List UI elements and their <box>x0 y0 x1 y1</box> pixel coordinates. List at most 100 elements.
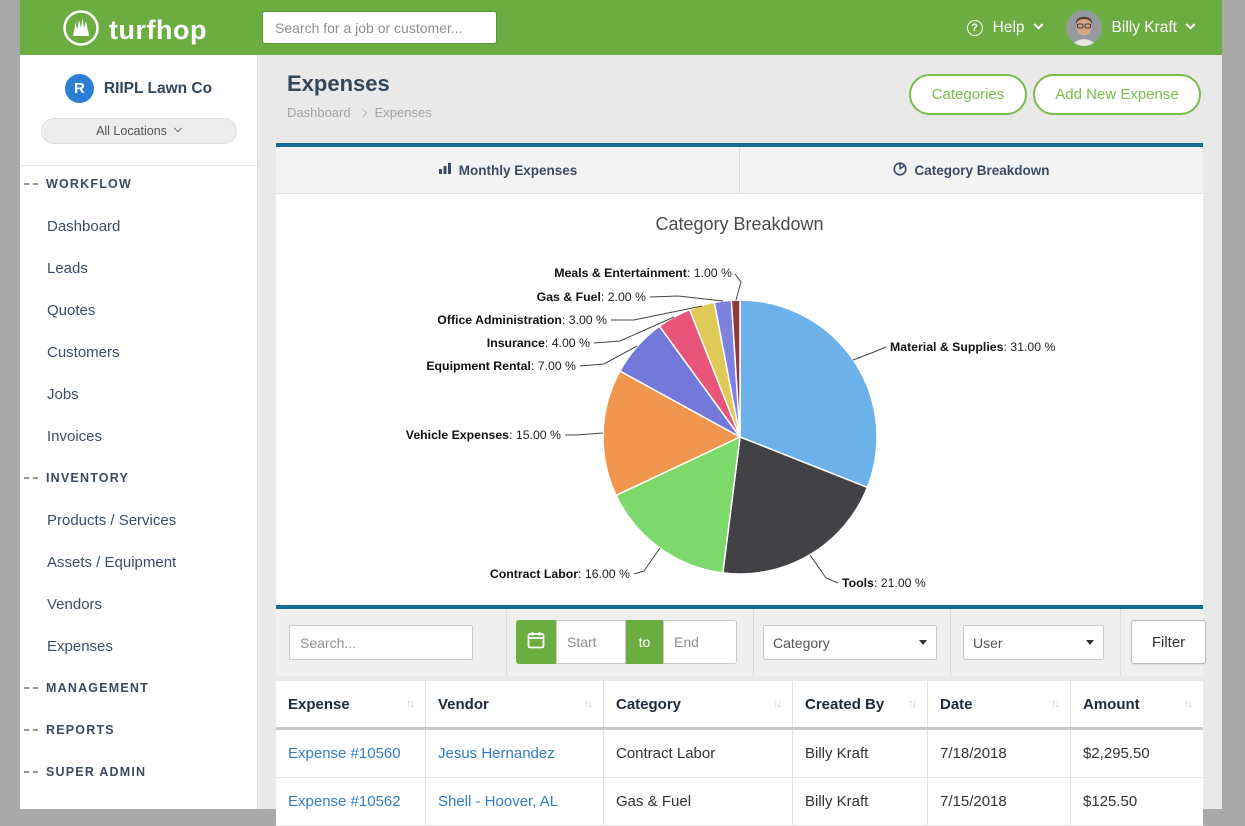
sidebar-item-dashboard[interactable]: Dashboard <box>20 205 257 247</box>
table-row: Expense #10562 Shell - Hoover, AL Gas & … <box>276 778 1203 826</box>
sidebar-item-customers[interactable]: Customers <box>20 331 257 373</box>
dashes-icon <box>24 729 38 731</box>
breadcrumb-dashboard[interactable]: Dashboard <box>287 105 351 120</box>
category-cell: Contract Labor <box>604 730 793 777</box>
categories-button[interactable]: Categories <box>909 74 1027 115</box>
sidebar-item-assets-equipment[interactable]: Assets / Equipment <box>20 541 257 583</box>
filter-divider <box>1120 609 1121 676</box>
pie-slice-label: Tools: 21.00 % <box>842 576 926 590</box>
expense-link[interactable]: Expense #10562 <box>288 793 401 810</box>
help-chevron-down-icon[interactable] <box>1033 20 1043 30</box>
date-cell: 7/18/2018 <box>928 730 1071 777</box>
sidebar: R RIIPL Lawn Co All Locations WORKFLOW D… <box>20 55 258 809</box>
sidebar-menu: WORKFLOW Dashboard Leads Quotes Customer… <box>20 163 257 793</box>
sidebar-section-inventory: INVENTORY <box>20 457 257 499</box>
sort-icon[interactable]: ↑↓ <box>1184 698 1191 710</box>
vendor-link[interactable]: Jesus Hernandez <box>438 745 555 762</box>
chart-tabs: Monthly Expenses Category Breakdown <box>276 143 1203 194</box>
expense-link[interactable]: Expense #10560 <box>288 745 401 762</box>
column-header-date[interactable]: Date↑↓ <box>928 681 1071 727</box>
pie-label-leader-line <box>735 274 741 300</box>
created-by-cell: Billy Kraft <box>793 730 928 777</box>
amount-cell: $2,295.50 <box>1071 730 1203 777</box>
category-cell: Gas & Fuel <box>604 778 793 825</box>
user-avatar[interactable] <box>1066 10 1102 46</box>
sort-icon[interactable]: ↑↓ <box>584 698 591 710</box>
category-filter-select[interactable]: Category <box>763 625 937 660</box>
dashes-icon <box>24 771 38 773</box>
pie-slice-label: Gas & Fuel: 2.00 % <box>537 290 646 304</box>
bar-chart-icon <box>438 162 452 178</box>
user-chevron-down-icon[interactable] <box>1186 20 1196 30</box>
filter-divider <box>950 609 951 676</box>
dashes-icon <box>24 183 38 185</box>
amount-cell: $125.50 <box>1071 778 1203 825</box>
brand-logo[interactable]: turfhop <box>62 9 207 52</box>
date-range-to-label: to <box>626 620 663 664</box>
dashes-icon <box>24 477 38 479</box>
sidebar-item-quotes[interactable]: Quotes <box>20 289 257 331</box>
date-start-input[interactable] <box>556 620 626 664</box>
user-name[interactable]: Billy Kraft <box>1112 19 1177 37</box>
location-selector-label: All Locations <box>96 124 167 138</box>
filter-button[interactable]: Filter <box>1131 620 1206 664</box>
sort-icon[interactable]: ↑↓ <box>1051 698 1058 710</box>
dashes-icon <box>24 687 38 689</box>
grass-logo-icon <box>62 9 100 52</box>
category-breakdown-chart: Category Breakdown Material & Supplies: … <box>276 194 1203 605</box>
column-header-amount[interactable]: Amount↑↓ <box>1071 681 1203 727</box>
pie-slice-label: Contract Labor: 16.00 % <box>490 567 630 581</box>
sort-icon[interactable]: ↑↓ <box>406 698 413 710</box>
expenses-table: Expense↑↓ Vendor↑↓ Category↑↓ Created By… <box>276 681 1203 826</box>
breadcrumb-expenses: Expenses <box>375 105 432 120</box>
pie-slice-label: Meals & Entertainment: 1.00 % <box>554 266 732 280</box>
column-header-category[interactable]: Category↑↓ <box>604 681 793 727</box>
vendor-link[interactable]: Shell - Hoover, AL <box>438 793 558 810</box>
pie-slice-label: Material & Supplies: 31.00 % <box>890 340 1055 354</box>
user-filter-select[interactable]: User <box>963 625 1104 660</box>
company-block: R RIIPL Lawn Co <box>20 74 257 103</box>
created-by-cell: Billy Kraft <box>793 778 928 825</box>
sidebar-item-expenses[interactable]: Expenses <box>20 625 257 667</box>
select-arrow-icon <box>1086 640 1094 645</box>
location-selector[interactable]: All Locations <box>41 118 237 144</box>
pie-slice-label: Vehicle Expenses: 15.00 % <box>406 428 561 442</box>
sidebar-section-reports[interactable]: REPORTS <box>20 709 257 751</box>
sidebar-item-products-services[interactable]: Products / Services <box>20 499 257 541</box>
location-chevron-down-icon <box>174 124 182 132</box>
calendar-icon <box>527 631 545 654</box>
help-menu[interactable]: Help <box>993 19 1025 37</box>
app-window: turfhop ? Help Billy Kraft R <box>20 0 1222 809</box>
table-search-input[interactable] <box>289 625 473 660</box>
date-end-input[interactable] <box>663 620 737 664</box>
breadcrumb-chevron-icon <box>358 108 366 116</box>
main-content: Expenses Dashboard Expenses Categories A… <box>258 55 1222 809</box>
sidebar-item-vendors[interactable]: Vendors <box>20 583 257 625</box>
sidebar-item-leads[interactable]: Leads <box>20 247 257 289</box>
filter-bar: to Category User Filter <box>276 609 1203 676</box>
pie-label-leader-line <box>810 555 838 583</box>
tab-category-breakdown[interactable]: Category Breakdown <box>739 147 1203 193</box>
column-header-expense[interactable]: Expense↑↓ <box>276 681 426 727</box>
sidebar-item-invoices[interactable]: Invoices <box>20 415 257 457</box>
pie-label-leader-line <box>853 347 886 360</box>
sidebar-section-management[interactable]: MANAGEMENT <box>20 667 257 709</box>
sidebar-section-super-admin[interactable]: SUPER ADMIN <box>20 751 257 793</box>
filter-divider <box>753 609 754 676</box>
filter-divider <box>506 609 507 676</box>
company-name: RIIPL Lawn Co <box>104 80 212 98</box>
brand-name: turfhop <box>109 15 207 46</box>
column-header-created-by[interactable]: Created By↑↓ <box>793 681 928 727</box>
tab-monthly-expenses[interactable]: Monthly Expenses <box>276 147 739 193</box>
sort-icon[interactable]: ↑↓ <box>773 698 780 710</box>
column-header-vendor[interactable]: Vendor↑↓ <box>426 681 604 727</box>
global-search-input[interactable] <box>262 11 497 44</box>
date-range-calendar-button[interactable] <box>516 620 556 664</box>
date-cell: 7/15/2018 <box>928 778 1071 825</box>
pie-chart-icon <box>893 162 907 179</box>
sidebar-item-jobs[interactable]: Jobs <box>20 373 257 415</box>
company-logo: R <box>65 74 94 103</box>
sort-icon[interactable]: ↑↓ <box>908 698 915 710</box>
topbar: turfhop ? Help Billy Kraft <box>20 0 1222 55</box>
add-new-expense-button[interactable]: Add New Expense <box>1033 74 1201 115</box>
